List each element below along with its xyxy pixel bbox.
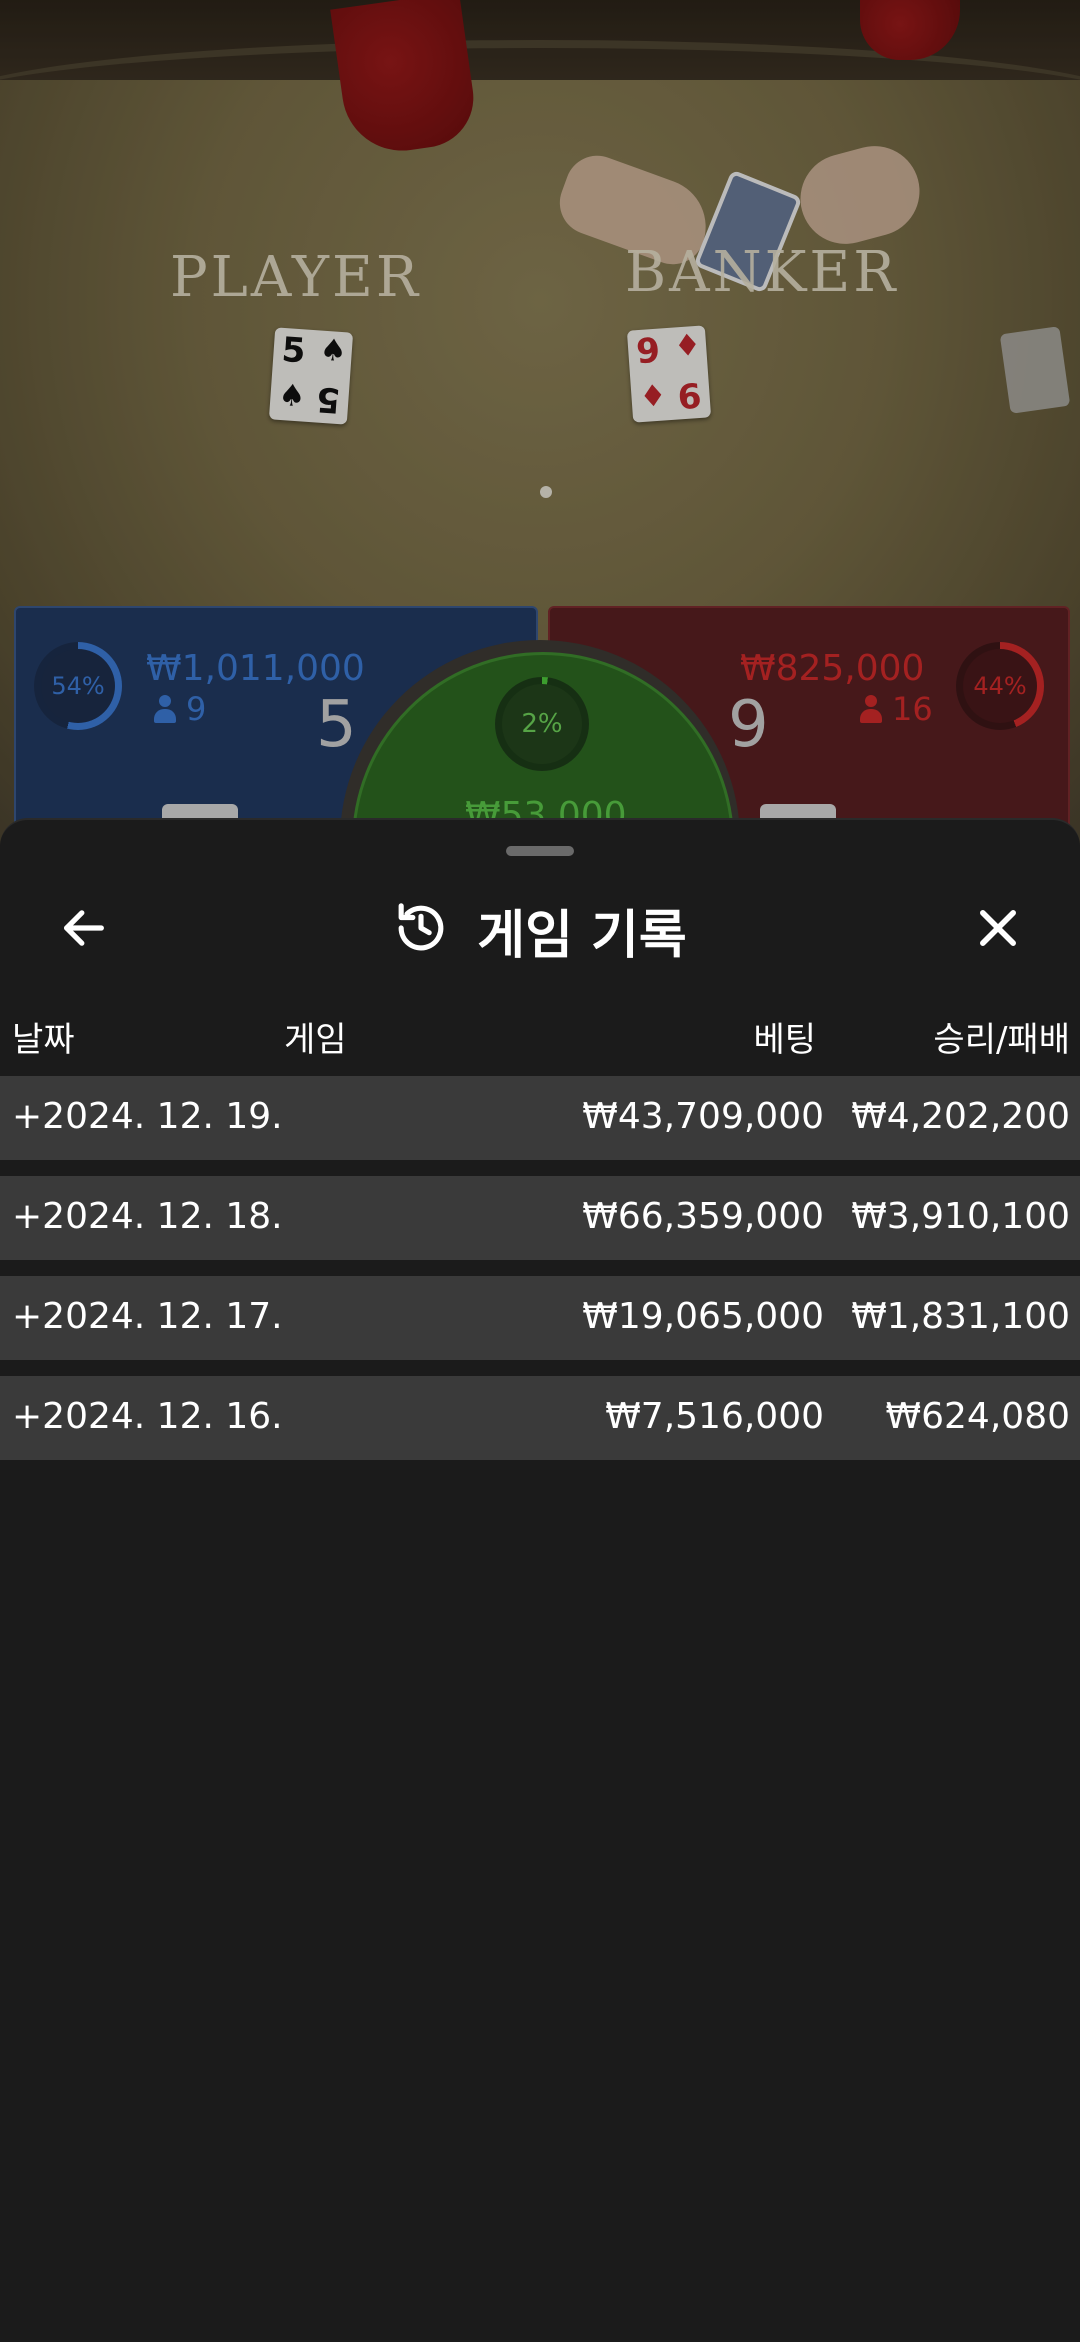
sheet-drag-handle[interactable] bbox=[506, 846, 574, 856]
row-result: ₩4,202,200 bbox=[851, 1096, 1070, 1137]
row-bet: ₩19,065,000 bbox=[582, 1296, 824, 1337]
row-bet: ₩43,709,000 bbox=[582, 1096, 824, 1137]
history-row[interactable]: +2024. 12. 17. ₩19,065,000 ₩1,831,100 bbox=[0, 1276, 1080, 1360]
row-date: +2024. 12. 17. bbox=[12, 1296, 283, 1337]
game-history-sheet: 게임 기록 날짜 게임 베팅 승리/패배 +2024. 12. 19. ₩43,… bbox=[0, 818, 1080, 2342]
row-date: +2024. 12. 19. bbox=[12, 1096, 283, 1137]
back-button[interactable] bbox=[44, 890, 124, 970]
row-result: ₩3,910,100 bbox=[851, 1196, 1070, 1237]
sheet-header: 게임 기록 bbox=[0, 888, 1080, 972]
row-result: ₩624,080 bbox=[885, 1396, 1070, 1437]
column-header-game: 게임 bbox=[284, 1020, 347, 1060]
close-icon bbox=[972, 902, 1024, 958]
column-header-bet: 베팅 bbox=[753, 1020, 816, 1060]
column-header-result: 승리/패배 bbox=[933, 1020, 1070, 1060]
sheet-title: 게임 기록 bbox=[477, 905, 687, 966]
history-row[interactable]: +2024. 12. 19. ₩43,709,000 ₩4,202,200 bbox=[0, 1076, 1080, 1160]
row-date: +2024. 12. 16. bbox=[12, 1396, 283, 1437]
table-header: 날짜 게임 베팅 승리/패배 bbox=[0, 1004, 1080, 1064]
row-date: +2024. 12. 18. bbox=[12, 1196, 283, 1237]
history-icon bbox=[393, 900, 449, 960]
dim-overlay bbox=[0, 0, 1080, 860]
history-row[interactable]: +2024. 12. 16. ₩7,516,000 ₩624,080 bbox=[0, 1376, 1080, 1460]
row-bet: ₩66,359,000 bbox=[582, 1196, 824, 1237]
column-header-date: 날짜 bbox=[12, 1020, 75, 1060]
history-list: +2024. 12. 19. ₩43,709,000 ₩4,202,200 +2… bbox=[0, 1076, 1080, 1476]
arrow-left-icon bbox=[58, 902, 110, 958]
close-button[interactable] bbox=[958, 890, 1038, 970]
row-result: ₩1,831,100 bbox=[851, 1296, 1070, 1337]
row-bet: ₩7,516,000 bbox=[605, 1396, 824, 1437]
history-row[interactable]: +2024. 12. 18. ₩66,359,000 ₩3,910,100 bbox=[0, 1176, 1080, 1260]
